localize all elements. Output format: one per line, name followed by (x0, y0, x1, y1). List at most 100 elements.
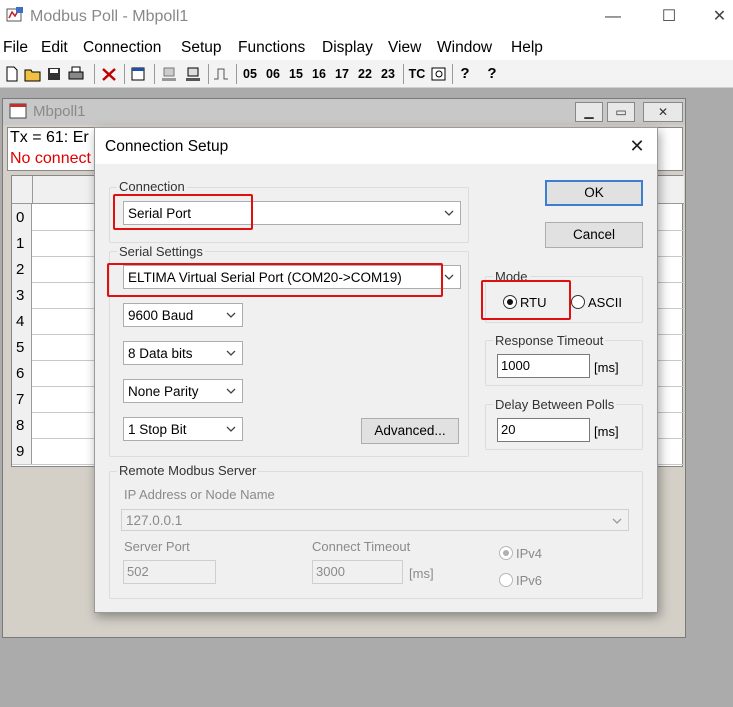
connect-icon[interactable] (160, 64, 178, 84)
row-number: 7 (12, 386, 32, 412)
save-icon[interactable] (46, 64, 62, 84)
func-06-button[interactable]: 06 (263, 64, 283, 84)
ipv4-label: IPv4 (516, 546, 543, 561)
dialog-close-button[interactable]: ✕ (625, 134, 649, 158)
stop-bit-select[interactable]: 1 Stop Bit (123, 417, 243, 441)
minimize-button[interactable]: — (598, 6, 628, 28)
child-restore-button[interactable]: ▭ (607, 102, 635, 122)
toolbar: 05 06 15 16 17 22 23 TC ? ? (0, 60, 733, 88)
connection-setup-dialog: Connection Setup ✕ Connection Serial Por… (94, 127, 658, 613)
delay-polls-label: Delay Between Polls (493, 397, 617, 412)
delay-polls-unit: [ms] (594, 424, 619, 439)
ip-address-value: 127.0.0.1 (126, 513, 183, 528)
traffic-button[interactable]: TC (407, 64, 427, 84)
context-help-icon[interactable]: ? (482, 64, 502, 84)
menu-file[interactable]: File (3, 39, 28, 57)
open-folder-icon[interactable] (24, 64, 42, 84)
dialog-titlebar: Connection Setup ✕ (95, 128, 657, 164)
highlight-box-connection (113, 194, 253, 230)
child-title: Mbpoll1 (33, 103, 86, 120)
connection-group-label: Connection (117, 179, 187, 194)
menu-view[interactable]: View (388, 39, 421, 57)
func-22-button[interactable]: 22 (355, 64, 375, 84)
menu-help[interactable]: Help (511, 39, 543, 57)
menu-edit[interactable]: Edit (41, 39, 68, 57)
row-number: 8 (12, 412, 32, 438)
child-minimize-button[interactable]: ▁ (575, 102, 603, 122)
delete-x-icon[interactable] (100, 64, 118, 84)
stop-bit-value: 1 Stop Bit (128, 422, 187, 437)
connect-timeout-label: Connect Timeout (312, 539, 411, 554)
chevron-down-icon (226, 388, 236, 394)
connect-timeout-input[interactable]: 3000 (312, 560, 403, 584)
row-number: 9 (12, 438, 32, 464)
chevron-down-icon (444, 274, 454, 280)
row-number: 1 (12, 230, 32, 256)
child-window-icon (9, 103, 27, 119)
dialog-title: Connection Setup (105, 138, 229, 155)
menu-display[interactable]: Display (322, 39, 373, 57)
highlight-box-mode (481, 280, 571, 320)
ascii-radio[interactable] (571, 295, 585, 309)
func-17-button[interactable]: 17 (332, 64, 352, 84)
data-bits-select[interactable]: 8 Data bits (123, 341, 243, 365)
print-icon[interactable] (66, 64, 86, 84)
remote-server-label: Remote Modbus Server (117, 463, 259, 478)
func-15-button[interactable]: 15 (286, 64, 306, 84)
parity-select[interactable]: None Parity (123, 379, 243, 403)
connect-timeout-unit: [ms] (409, 566, 434, 581)
ipv4-radio[interactable] (499, 546, 513, 560)
chevron-down-icon (226, 312, 236, 318)
menu-setup[interactable]: Setup (181, 39, 222, 57)
menu-window[interactable]: Window (437, 39, 492, 57)
advanced-button[interactable]: Advanced... (361, 418, 459, 444)
connection-status: No connect (10, 150, 91, 167)
serial-settings-label: Serial Settings (117, 244, 205, 259)
child-titlebar: Mbpoll1 ▁ ▭ ✕ (3, 99, 685, 125)
chevron-down-icon (444, 210, 454, 216)
single-poll-icon[interactable] (212, 64, 230, 84)
cancel-button[interactable]: Cancel (545, 222, 643, 248)
row-number: 5 (12, 334, 32, 360)
child-close-button[interactable]: ✕ (643, 102, 683, 122)
row-number: 4 (12, 308, 32, 334)
row-number: 6 (12, 360, 32, 386)
row-number: 3 (12, 282, 32, 308)
monitor-search-icon[interactable] (430, 64, 448, 84)
disconnect-icon[interactable] (184, 64, 202, 84)
server-port-input[interactable]: 502 (123, 560, 216, 584)
baud-rate-value: 9600 Baud (128, 308, 194, 323)
menu-connection[interactable]: Connection (83, 39, 161, 57)
window-icon[interactable] (130, 64, 146, 84)
maximize-button[interactable]: ☐ (654, 6, 684, 28)
close-button[interactable]: ✕ (706, 6, 733, 28)
menu-bar: File Edit Connection Setup Functions Dis… (0, 36, 733, 60)
func-05-button[interactable]: 05 (240, 64, 260, 84)
response-timeout-input[interactable]: 1000 (497, 354, 590, 378)
menu-functions[interactable]: Functions (238, 39, 305, 57)
func-23-button[interactable]: 23 (378, 64, 398, 84)
delay-polls-input[interactable]: 20 (497, 418, 590, 442)
app-title: Modbus Poll - Mbpoll1 (30, 8, 189, 25)
baud-rate-select[interactable]: 9600 Baud (123, 303, 243, 327)
chevron-down-icon (612, 518, 622, 524)
modbus-app-icon (6, 7, 23, 22)
func-16-button[interactable]: 16 (309, 64, 329, 84)
ip-address-select[interactable]: 127.0.0.1 (121, 509, 629, 531)
new-file-icon[interactable] (4, 64, 20, 84)
tx-status: Tx = 61: Er (10, 129, 89, 146)
response-timeout-unit: [ms] (594, 360, 619, 375)
ok-button[interactable]: OK (545, 180, 643, 206)
chevron-down-icon (226, 426, 236, 432)
parity-value: None Parity (128, 384, 199, 399)
ipv6-label: IPv6 (516, 573, 543, 588)
highlight-box-serial-port (107, 263, 443, 297)
help-icon[interactable]: ? (458, 64, 472, 84)
data-bits-value: 8 Data bits (128, 346, 193, 361)
row-number: 2 (12, 256, 32, 282)
ipv6-radio[interactable] (499, 573, 513, 587)
row-number: 0 (12, 204, 32, 230)
ascii-label[interactable]: ASCII (588, 295, 622, 310)
chevron-down-icon (226, 350, 236, 356)
ip-address-label: IP Address or Node Name (124, 487, 275, 502)
